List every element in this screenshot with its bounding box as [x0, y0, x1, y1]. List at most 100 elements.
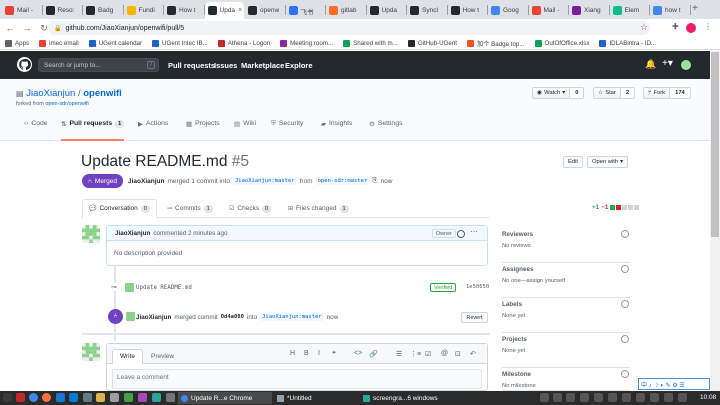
nav-marketplace[interactable]: Marketplace: [241, 61, 284, 70]
emoji-icon[interactable]: [457, 230, 465, 238]
watch-count[interactable]: 0: [569, 88, 584, 98]
source-branch[interactable]: open-sdr:master: [315, 177, 370, 185]
tab-pull-requests[interactable]: ⇅ Pull requests 1: [61, 120, 125, 141]
bookmark-item[interactable]: OutOfOffice.xlsx: [530, 39, 595, 47]
close-icon[interactable]: ×: [238, 7, 242, 14]
tray-icon[interactable]: [594, 393, 603, 402]
firefox-icon[interactable]: [42, 393, 51, 402]
tab-actions[interactable]: ▶ Actions: [138, 120, 168, 141]
tab-write[interactable]: Write: [112, 349, 144, 364]
comment-author[interactable]: JiaoXianjun: [115, 230, 150, 237]
app-icon[interactable]: [152, 393, 161, 402]
volume-icon[interactable]: [608, 393, 617, 402]
open-with-button[interactable]: Open with ▾: [587, 156, 628, 168]
tab-preview[interactable]: Preview: [144, 349, 181, 364]
forward-icon[interactable]: →: [20, 21, 34, 35]
extensions-icon[interactable]: ✚: [672, 22, 679, 31]
fork-count[interactable]: 174: [669, 88, 690, 98]
star-count[interactable]: 2: [619, 88, 635, 98]
vscode-icon[interactable]: [69, 393, 78, 402]
star-bookmark-icon[interactable]: ☆: [640, 22, 648, 33]
repo-owner-link[interactable]: JiaoXianjun: [26, 88, 75, 99]
nav-pull-requests[interactable]: Pull requests: [168, 61, 215, 70]
sidebar-section-title[interactable]: Reviewers: [502, 231, 630, 238]
numbered-list-icon[interactable]: ⋮≡: [410, 350, 421, 358]
app-icon[interactable]: [166, 393, 175, 402]
taskbar-item-chrome[interactable]: Update R...e Chrome: [178, 392, 272, 404]
edit-button[interactable]: Edit: [563, 156, 583, 168]
browser-tab[interactable]: gitlab: [326, 2, 366, 19]
app-launcher-icon[interactable]: [16, 393, 25, 402]
browser-tab[interactable]: Elem: [610, 2, 650, 19]
profile-avatar[interactable]: [686, 23, 696, 33]
app-icon[interactable]: [124, 393, 133, 402]
bookmark-item[interactable]: Apps: [0, 39, 34, 47]
bookmark-item[interactable]: imec email: [34, 39, 84, 47]
browser-tab[interactable]: Goog: [488, 2, 528, 19]
chrome-icon[interactable]: [29, 393, 38, 402]
merge-author[interactable]: JiaoXianjun: [136, 314, 171, 321]
files-icon[interactable]: [96, 393, 105, 402]
copy-icon[interactable]: ⎘: [372, 177, 377, 185]
browser-tab[interactable]: openw: [245, 2, 285, 19]
browser-tab[interactable]: 飞书: [286, 2, 326, 19]
tab-files-changed[interactable]: ⊞ Files changed 1: [282, 199, 355, 218]
reference-icon[interactable]: ⊡: [455, 350, 461, 358]
avatar[interactable]: [681, 60, 691, 70]
bookmark-item[interactable]: UGent Intec IB...: [147, 39, 213, 47]
browser-tab[interactable]: Upda: [367, 2, 407, 19]
email-app-icon[interactable]: [56, 393, 65, 402]
bookmark-item[interactable]: Shared with m...: [338, 39, 403, 47]
nav-issues[interactable]: Issues: [214, 61, 237, 70]
browser-tab[interactable]: Fundi: [124, 2, 164, 19]
browser-tab[interactable]: Mail -: [529, 2, 569, 19]
terminal-icon[interactable]: [83, 393, 92, 402]
tab-code[interactable]: ‹› Code: [24, 120, 48, 141]
github-logo-icon[interactable]: [17, 57, 32, 72]
browser-tab[interactable]: How t: [164, 2, 204, 19]
gear-icon[interactable]: [621, 300, 629, 308]
bookmark-item[interactable]: Meeting room...: [275, 39, 338, 47]
browser-tab[interactable]: How t: [448, 2, 488, 19]
reply-icon[interactable]: ↶: [470, 350, 476, 358]
tab-security[interactable]: ⛨ Security: [271, 120, 303, 141]
browser-tab[interactable]: Upda ×: [204, 2, 244, 19]
tab-commits[interactable]: ⊸ Commits 1: [161, 199, 219, 218]
browser-tab[interactable]: Reso:: [43, 2, 83, 19]
keyboard-icon[interactable]: [664, 393, 673, 402]
avatar[interactable]: [126, 312, 135, 321]
code-icon[interactable]: <>: [354, 350, 362, 357]
bookmark-item[interactable]: Athena - Logon: [213, 39, 275, 47]
settings-app-icon[interactable]: [110, 393, 119, 402]
browser-tab[interactable]: how t: [650, 2, 690, 19]
sidebar-section-title[interactable]: Milestone: [502, 371, 630, 378]
browser-menu-icon[interactable]: ⋮: [704, 22, 712, 31]
watch-button[interactable]: ◉ Watch ▾ 0: [532, 87, 585, 99]
scrollbar-thumb[interactable]: [711, 52, 719, 237]
github-search-input[interactable]: Search or jump to... /: [38, 58, 159, 72]
task-list-icon[interactable]: ☑: [425, 350, 431, 358]
avatar[interactable]: [82, 225, 100, 243]
commit-sha-link[interactable]: 1e50650: [466, 284, 489, 290]
merge-branch[interactable]: JiaoXianjun:master: [260, 313, 324, 321]
new-tab-icon[interactable]: +: [692, 3, 698, 14]
back-icon[interactable]: ←: [3, 21, 17, 35]
taskbar-item-editor[interactable]: *Untitled: [274, 392, 315, 404]
gear-icon[interactable]: [621, 335, 629, 343]
tab-insights[interactable]: ▰ Insights: [321, 120, 352, 141]
tray-icon[interactable]: [566, 393, 575, 402]
bookmark-item[interactable]: 加个 Badge top...: [462, 39, 529, 48]
sidebar-section-title[interactable]: Labels: [502, 301, 630, 308]
bookmark-item[interactable]: UGent calendar: [84, 39, 147, 47]
bookmark-item[interactable]: GitHub-UGent: [403, 39, 462, 47]
forked-from-link[interactable]: open-sdr/openwifi: [45, 101, 88, 107]
nav-explore[interactable]: Explore: [285, 61, 313, 70]
address-bar[interactable]: 🔒 github.com/JiaoXianjun/openwifi/pull/5: [48, 21, 650, 35]
tab-conversation[interactable]: 💬 Conversation 0: [82, 199, 157, 218]
revert-button[interactable]: Revert: [461, 312, 488, 323]
star-button[interactable]: ☆ Star 2: [593, 87, 636, 99]
plus-icon[interactable]: +▾: [662, 58, 673, 69]
network-icon[interactable]: [622, 393, 631, 402]
start-menu-icon[interactable]: [3, 393, 12, 402]
merge-sha-link[interactable]: 0d4a080: [221, 314, 244, 320]
